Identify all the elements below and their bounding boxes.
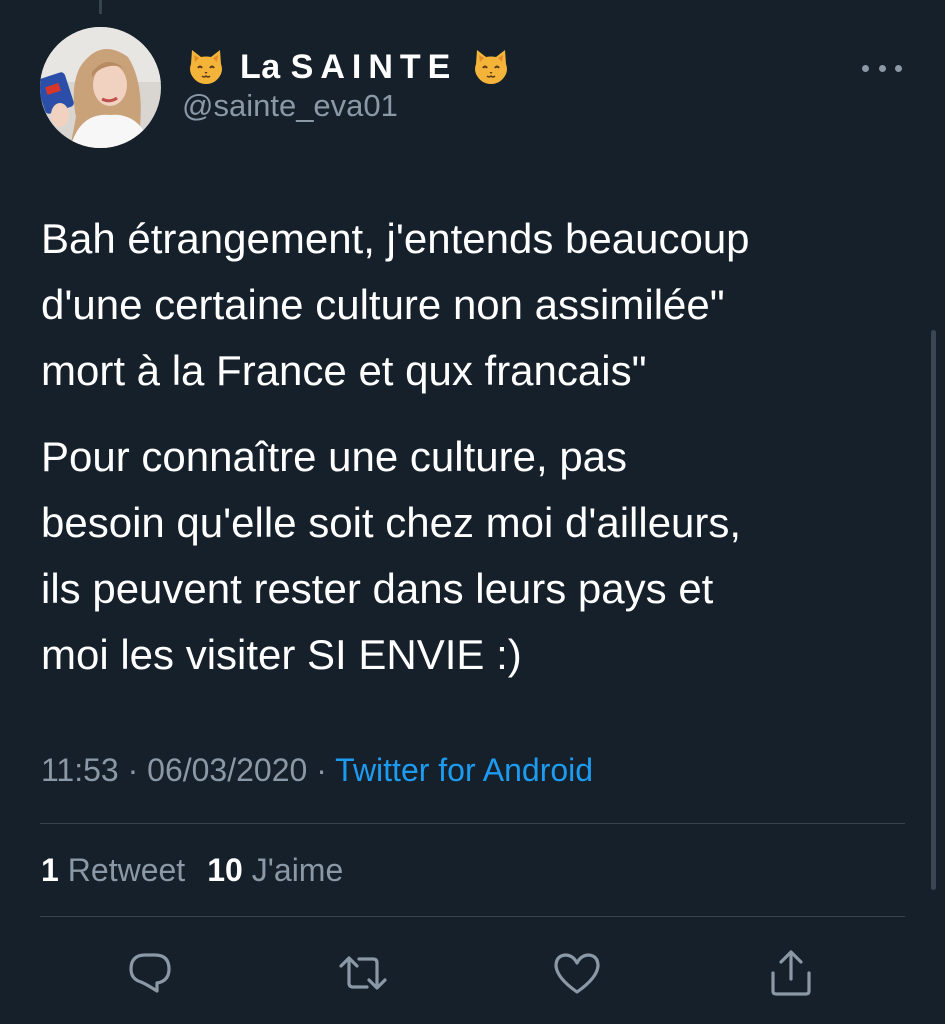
like-icon (554, 953, 600, 994)
share-button[interactable] (765, 947, 817, 999)
engagement-stats: 1 Retweet 10 J'aime (41, 852, 343, 889)
author-name-prefix: La (240, 47, 281, 86)
cat-face-icon (471, 47, 511, 87)
likes-stat[interactable]: 10 J'aime (207, 852, 343, 889)
share-icon (771, 950, 811, 996)
meta-separator: · (127, 752, 139, 788)
retweet-button[interactable] (337, 947, 389, 999)
tweet-metadata: 11:53 · 06/03/2020 · Twitter for Android (41, 752, 593, 789)
scrollbar[interactable] (931, 330, 936, 890)
more-dot-icon (878, 64, 886, 72)
divider (40, 823, 905, 824)
author-name: La SAINTE (240, 48, 457, 87)
avatar-photo (40, 27, 161, 148)
like-button[interactable] (551, 947, 603, 999)
author-handle[interactable]: @sainte_eva01 (182, 88, 398, 124)
tweet-date[interactable]: 06/03/2020 (147, 752, 307, 788)
tweet-text: Bah étrangement, j'entends beaucoup d'un… (41, 206, 921, 688)
thread-connector-line (99, 0, 102, 14)
retweets-label: Retweet (67, 852, 186, 888)
retweets-count: 1 (41, 852, 59, 888)
more-dot-icon (895, 64, 902, 72)
likes-label: J'aime (251, 852, 344, 888)
more-dot-icon (862, 64, 869, 72)
tweet-time[interactable]: 11:53 (41, 752, 119, 788)
cat-face-icon (186, 47, 226, 87)
meta-separator: · (316, 752, 327, 788)
tweet-source-link[interactable]: Twitter for Android (335, 752, 593, 788)
likes-count: 10 (207, 852, 243, 888)
divider (40, 916, 905, 917)
tweet-paragraph: Pour connaître une culture, pas besoin q… (41, 433, 742, 678)
tweet-paragraph: Bah étrangement, j'entends beaucoup d'un… (41, 215, 750, 394)
reply-button[interactable] (124, 947, 176, 999)
more-options-button[interactable] (860, 55, 904, 81)
author-display-name[interactable]: La SAINTE (186, 42, 511, 92)
retweet-icon (339, 956, 387, 990)
author-name-caps: SAINTE (290, 47, 458, 86)
avatar[interactable] (40, 27, 161, 148)
retweets-stat[interactable]: 1 Retweet (41, 852, 185, 889)
reply-icon (129, 953, 171, 993)
